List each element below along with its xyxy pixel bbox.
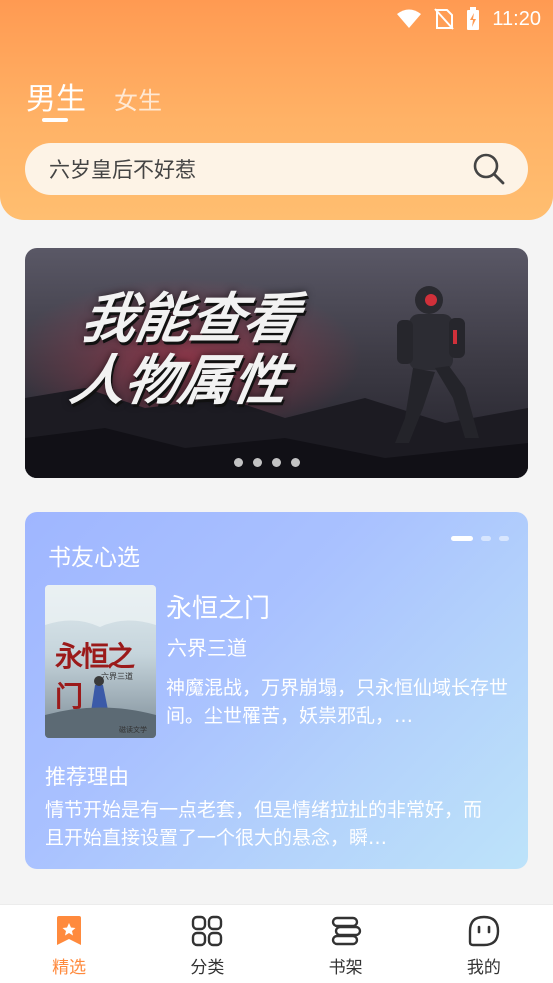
wifi-icon	[396, 9, 422, 29]
page-indicator	[481, 536, 491, 541]
cover-author: 六界三道	[101, 672, 133, 681]
search-placeholder: 六岁皇后不好惹	[49, 158, 196, 182]
banner-title: 我能查看 人物属性	[66, 287, 305, 412]
search-bar[interactable]: 六岁皇后不好惹	[25, 143, 528, 195]
gender-tabs: 男生 女生	[26, 74, 162, 122]
reader-picks-heading: 书友心选	[48, 545, 140, 571]
banner-title-line2: 人物属性	[66, 349, 294, 412]
header: 11:20 男生 女生 六岁皇后不好惹	[0, 0, 553, 220]
book-title[interactable]: 永恒之门	[166, 588, 270, 625]
reader-picks-page-indicator	[451, 536, 509, 541]
bookshelf-icon	[330, 915, 362, 947]
book-author: 六界三道	[167, 636, 247, 660]
status-time: 11:20	[492, 7, 541, 30]
tab-male-label: 男生	[26, 82, 86, 117]
recommend-reason-label: 推荐理由	[45, 765, 129, 789]
page-indicator	[499, 536, 509, 541]
grid-icon	[191, 915, 223, 947]
banner-title-line1: 我能查看	[77, 287, 305, 350]
recommend-reason-text: 情节开始是有一点老套，但是情绪拉扯的非常好，而且开始直接设置了一个很大的悬念，瞬…	[45, 799, 483, 849]
tab-male[interactable]: 男生	[26, 74, 86, 122]
status-bar: 11:20	[396, 6, 541, 32]
nav-featured[interactable]: 精选	[0, 905, 138, 983]
nav-category-label: 分类	[190, 958, 225, 978]
banner-dot[interactable]	[291, 458, 300, 467]
battery-charging-icon	[466, 7, 480, 31]
search-icon[interactable]	[472, 152, 506, 186]
nav-mine-label: 我的	[466, 958, 501, 978]
nav-bookshelf-label: 书架	[328, 958, 363, 978]
bottom-navigation: 精选 分类 书架 我的	[0, 904, 553, 983]
nav-bookshelf[interactable]: 书架	[277, 905, 415, 983]
banner-carousel[interactable]: 我能查看 人物属性	[25, 248, 528, 478]
page-indicator-active	[451, 536, 473, 541]
nav-mine[interactable]: 我的	[415, 905, 553, 983]
book-cover[interactable]: 永恒之门 六界三道 磁读文学	[45, 585, 156, 738]
face-icon	[468, 915, 500, 947]
tab-female-label: 女生	[114, 87, 162, 115]
book-description: 神魔混战，万界崩塌，只永恒仙域长存世间。尘世罹苦，妖祟邪乱，…	[166, 677, 508, 727]
nav-featured-label: 精选	[52, 958, 87, 978]
banner-page-dots	[234, 458, 300, 467]
tab-active-indicator	[42, 118, 68, 122]
reader-picks-card[interactable]: 书友心选 永恒之门 六界三道 磁读文学 永恒之门 六界三道 神魔混战，万界崩塌，…	[25, 512, 528, 869]
no-sim-icon	[434, 8, 455, 30]
bookmark-star-icon	[54, 915, 84, 947]
cover-publisher: 磁读文学	[119, 726, 147, 734]
banner-dot[interactable]	[234, 458, 243, 467]
nav-category[interactable]: 分类	[138, 905, 276, 983]
banner-dot[interactable]	[272, 458, 281, 467]
banner-dot[interactable]	[253, 458, 262, 467]
tab-female[interactable]: 女生	[114, 81, 162, 118]
